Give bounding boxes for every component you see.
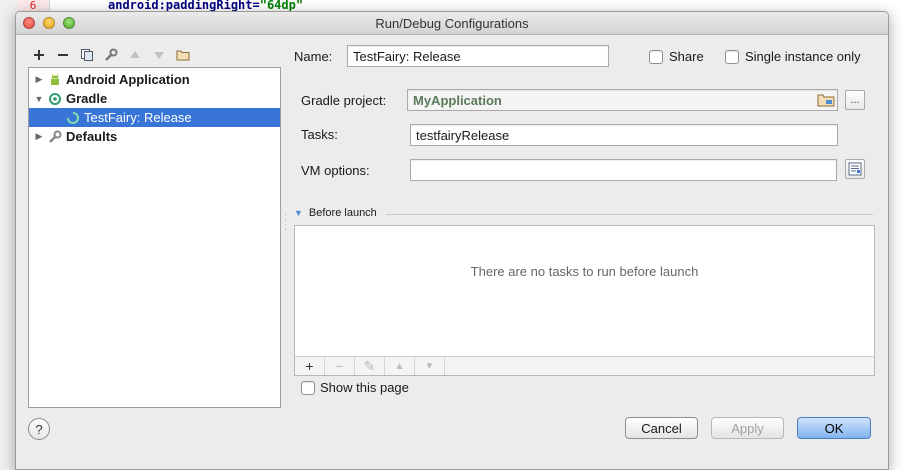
run-debug-dialog: Run/Debug Configurations ▶ Android Appli… — [15, 11, 889, 470]
folder-browse-icon[interactable] — [816, 90, 836, 110]
single-instance-label: Single instance only — [745, 49, 861, 64]
move-task-up-button[interactable]: ▲ — [385, 357, 415, 375]
tree-item-label: Gradle — [66, 91, 108, 106]
single-instance-checkbox[interactable] — [725, 50, 739, 64]
window-title: Run/Debug Configurations — [375, 16, 529, 31]
show-page-label: Show this page — [320, 380, 409, 395]
copy-icon[interactable] — [76, 45, 98, 65]
remove-task-button[interactable]: − — [325, 357, 355, 375]
tree-item-label: Defaults — [66, 129, 118, 144]
name-field[interactable]: TestFairy: Release — [347, 45, 609, 67]
wrench-icon[interactable] — [100, 45, 122, 65]
tree-item-label: TestFairy: Release — [84, 110, 192, 125]
expand-editor-icon[interactable] — [845, 159, 865, 179]
tree-item-defaults[interactable]: ▶ Defaults — [29, 127, 280, 146]
collapse-triangle-icon[interactable]: ▼ — [294, 208, 303, 218]
show-page-checkbox[interactable] — [301, 381, 315, 395]
ok-button[interactable]: OK — [797, 417, 871, 439]
help-button[interactable]: ? — [28, 418, 50, 440]
move-task-down-button[interactable]: ▼ — [415, 357, 445, 375]
move-down-icon[interactable] — [148, 45, 170, 65]
apply-button[interactable]: Apply — [711, 417, 784, 439]
splitter-handle[interactable]: · · · · — [284, 210, 288, 234]
tree-item-testfairy-release[interactable]: TestFairy: Release — [29, 108, 280, 127]
vm-options-field[interactable] — [410, 159, 837, 181]
remove-icon[interactable] — [52, 45, 74, 65]
expand-arrow-icon[interactable]: ▶ — [31, 131, 47, 142]
expand-arrow-icon[interactable]: ▶ — [31, 74, 47, 85]
section-divider — [386, 214, 873, 215]
wrench-icon — [47, 129, 63, 145]
gradle-icon — [47, 91, 63, 107]
before-launch-toolbar: + − ✎ ▲ ▼ — [295, 356, 874, 375]
tree-item-gradle[interactable]: ▼ Gradle — [29, 89, 280, 108]
tree-item-android-application[interactable]: ▶ Android Application — [29, 70, 280, 89]
tasks-field[interactable]: testfairyRelease — [410, 124, 838, 146]
cancel-button[interactable]: Cancel — [625, 417, 698, 439]
gradle-task-icon — [65, 110, 81, 126]
before-launch-header[interactable]: ▼ Before launch — [294, 207, 377, 219]
add-task-button[interactable]: + — [295, 357, 325, 375]
android-icon — [47, 72, 63, 88]
before-launch-list[interactable]: There are no tasks to run before launch … — [294, 225, 875, 376]
move-up-icon[interactable] — [124, 45, 146, 65]
empty-tasks-text: There are no tasks to run before launch — [470, 264, 699, 279]
before-launch-title: Before launch — [308, 207, 377, 219]
tasks-label: Tasks: — [301, 127, 338, 142]
vm-options-label: VM options: — [301, 163, 370, 178]
share-label: Share — [669, 49, 704, 64]
collapse-arrow-icon[interactable]: ▼ — [31, 94, 47, 104]
gradle-project-field[interactable]: MyApplication — [407, 89, 838, 111]
name-label: Name: — [294, 49, 333, 64]
config-toolbar — [28, 45, 194, 65]
add-icon[interactable] — [28, 45, 50, 65]
browse-button[interactable]: ... — [845, 90, 865, 110]
share-checkbox[interactable] — [649, 50, 663, 64]
tree-item-label: Android Application — [66, 72, 190, 87]
title-bar[interactable]: Run/Debug Configurations — [16, 12, 888, 35]
folder-icon[interactable] — [172, 45, 194, 65]
edit-task-button[interactable]: ✎ — [355, 357, 385, 375]
gradle-project-label: Gradle project: — [301, 93, 387, 108]
configuration-tree[interactable]: ▶ Android Application ▼ Gradle TestFairy… — [28, 67, 281, 408]
